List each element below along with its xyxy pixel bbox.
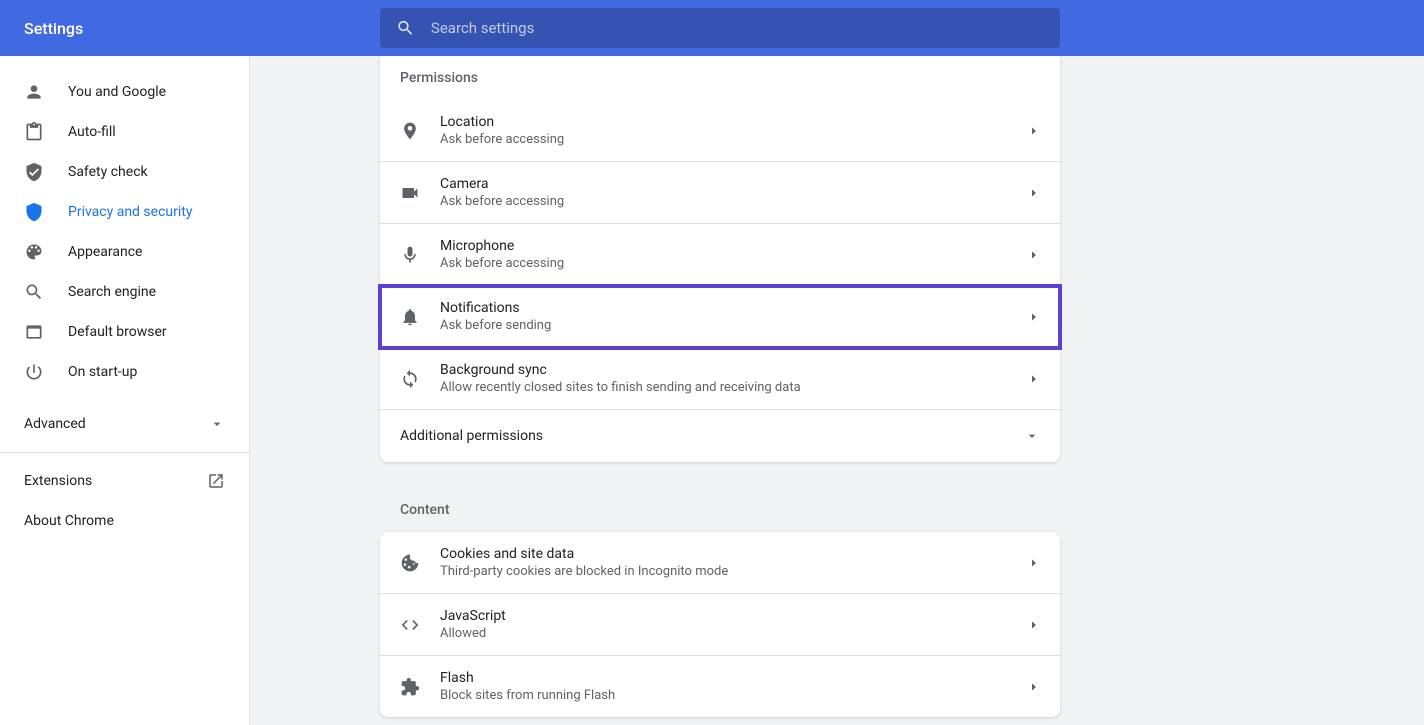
cookie-icon — [400, 553, 420, 573]
row-background-sync[interactable]: Background sync Allow recently closed si… — [380, 348, 1060, 410]
clipboard-icon — [24, 122, 44, 142]
person-icon — [24, 82, 44, 102]
search-input[interactable] — [431, 19, 1044, 37]
sidebar-item-label: Auto-fill — [68, 124, 116, 140]
sync-icon — [400, 369, 420, 389]
divider — [0, 452, 249, 453]
row-title: Location — [440, 114, 1028, 130]
shield-icon — [24, 202, 44, 222]
location-pin-icon — [400, 121, 420, 141]
chevron-right-icon — [1028, 681, 1040, 693]
sidebar-item-label: Safety check — [68, 164, 148, 180]
sidebar-item-label: Appearance — [68, 244, 142, 260]
sidebar-item-search-engine[interactable]: Search engine — [0, 272, 249, 312]
row-subtitle: Allowed — [440, 626, 1028, 641]
palette-icon — [24, 242, 44, 262]
sidebar-about-label: About Chrome — [24, 513, 114, 529]
row-location[interactable]: Location Ask before accessing — [380, 100, 1060, 162]
chevron-right-icon — [1028, 373, 1040, 385]
sidebar-extensions[interactable]: Extensions — [0, 461, 249, 501]
sidebar-item-autofill[interactable]: Auto-fill — [0, 112, 249, 152]
search-icon — [396, 18, 415, 38]
row-title: Cookies and site data — [440, 546, 1028, 562]
puzzle-icon — [400, 677, 420, 697]
section-permissions-title: Permissions — [380, 56, 1060, 100]
sidebar-item-label: You and Google — [68, 84, 166, 100]
open-in-new-icon — [207, 472, 225, 490]
code-icon — [400, 615, 420, 635]
row-additional-permissions[interactable]: Additional permissions — [380, 410, 1060, 462]
chevron-right-icon — [1028, 619, 1040, 631]
row-title: Notifications — [440, 300, 1028, 316]
sidebar-item-privacy-security[interactable]: Privacy and security — [0, 192, 249, 232]
chevron-right-icon — [1028, 311, 1040, 323]
window-icon — [24, 322, 44, 342]
sidebar-item-default-browser[interactable]: Default browser — [0, 312, 249, 352]
row-camera[interactable]: Camera Ask before accessing — [380, 162, 1060, 224]
sidebar-advanced[interactable]: Advanced — [0, 404, 249, 444]
row-javascript[interactable]: JavaScript Allowed — [380, 594, 1060, 656]
chevron-right-icon — [1028, 249, 1040, 261]
row-title: JavaScript — [440, 608, 1028, 624]
sidebar-item-label: Default browser — [68, 324, 167, 340]
magnify-icon — [24, 282, 44, 302]
sidebar-item-you-and-google[interactable]: You and Google — [0, 72, 249, 112]
sidebar-item-safety-check[interactable]: Safety check — [0, 152, 249, 192]
row-subtitle: Ask before accessing — [440, 256, 1028, 271]
row-title: Flash — [440, 670, 1028, 686]
row-subtitle: Block sites from running Flash — [440, 688, 1028, 703]
row-subtitle: Third-party cookies are blocked in Incog… — [440, 564, 1028, 579]
power-icon — [24, 362, 44, 382]
sidebar-about[interactable]: About Chrome — [0, 501, 249, 541]
bell-icon — [400, 307, 420, 327]
sidebar-extensions-label: Extensions — [24, 473, 92, 489]
row-microphone[interactable]: Microphone Ask before accessing — [380, 224, 1060, 286]
sidebar-item-on-startup[interactable]: On start-up — [0, 352, 249, 392]
row-notifications[interactable]: Notifications Ask before sending — [380, 286, 1060, 348]
row-title: Background sync — [440, 362, 1028, 378]
sidebar-item-label: Privacy and security — [68, 204, 192, 220]
sidebar-item-label: Search engine — [68, 284, 156, 300]
row-subtitle: Ask before accessing — [440, 194, 1028, 209]
chevron-right-icon — [1028, 125, 1040, 137]
chevron-right-icon — [1028, 187, 1040, 199]
shield-check-icon — [24, 162, 44, 182]
sidebar-advanced-label: Advanced — [24, 416, 86, 432]
row-title: Camera — [440, 176, 1028, 192]
sidebar-item-label: On start-up — [68, 364, 137, 380]
search-bar[interactable] — [380, 8, 1060, 48]
app-header: Settings — [0, 0, 1424, 56]
camera-icon — [400, 183, 420, 203]
sidebar-item-appearance[interactable]: Appearance — [0, 232, 249, 272]
chevron-down-icon — [209, 416, 225, 432]
row-subtitle: Ask before sending — [440, 318, 1028, 333]
sidebar: You and Google Auto-fill Safety check Pr… — [0, 56, 250, 725]
row-subtitle: Allow recently closed sites to finish se… — [440, 380, 1028, 395]
microphone-icon — [400, 245, 420, 265]
chevron-down-icon — [1024, 428, 1040, 444]
row-subtitle: Ask before accessing — [440, 132, 1028, 147]
app-title: Settings — [24, 19, 83, 38]
row-flash[interactable]: Flash Block sites from running Flash — [380, 656, 1060, 717]
row-title: Additional permissions — [400, 428, 543, 444]
row-title: Microphone — [440, 238, 1028, 254]
chevron-right-icon — [1028, 557, 1040, 569]
content-area: Permissions Location Ask before accessin… — [250, 56, 1424, 725]
row-cookies[interactable]: Cookies and site data Third-party cookie… — [380, 532, 1060, 594]
section-content-title: Content — [380, 478, 1060, 532]
